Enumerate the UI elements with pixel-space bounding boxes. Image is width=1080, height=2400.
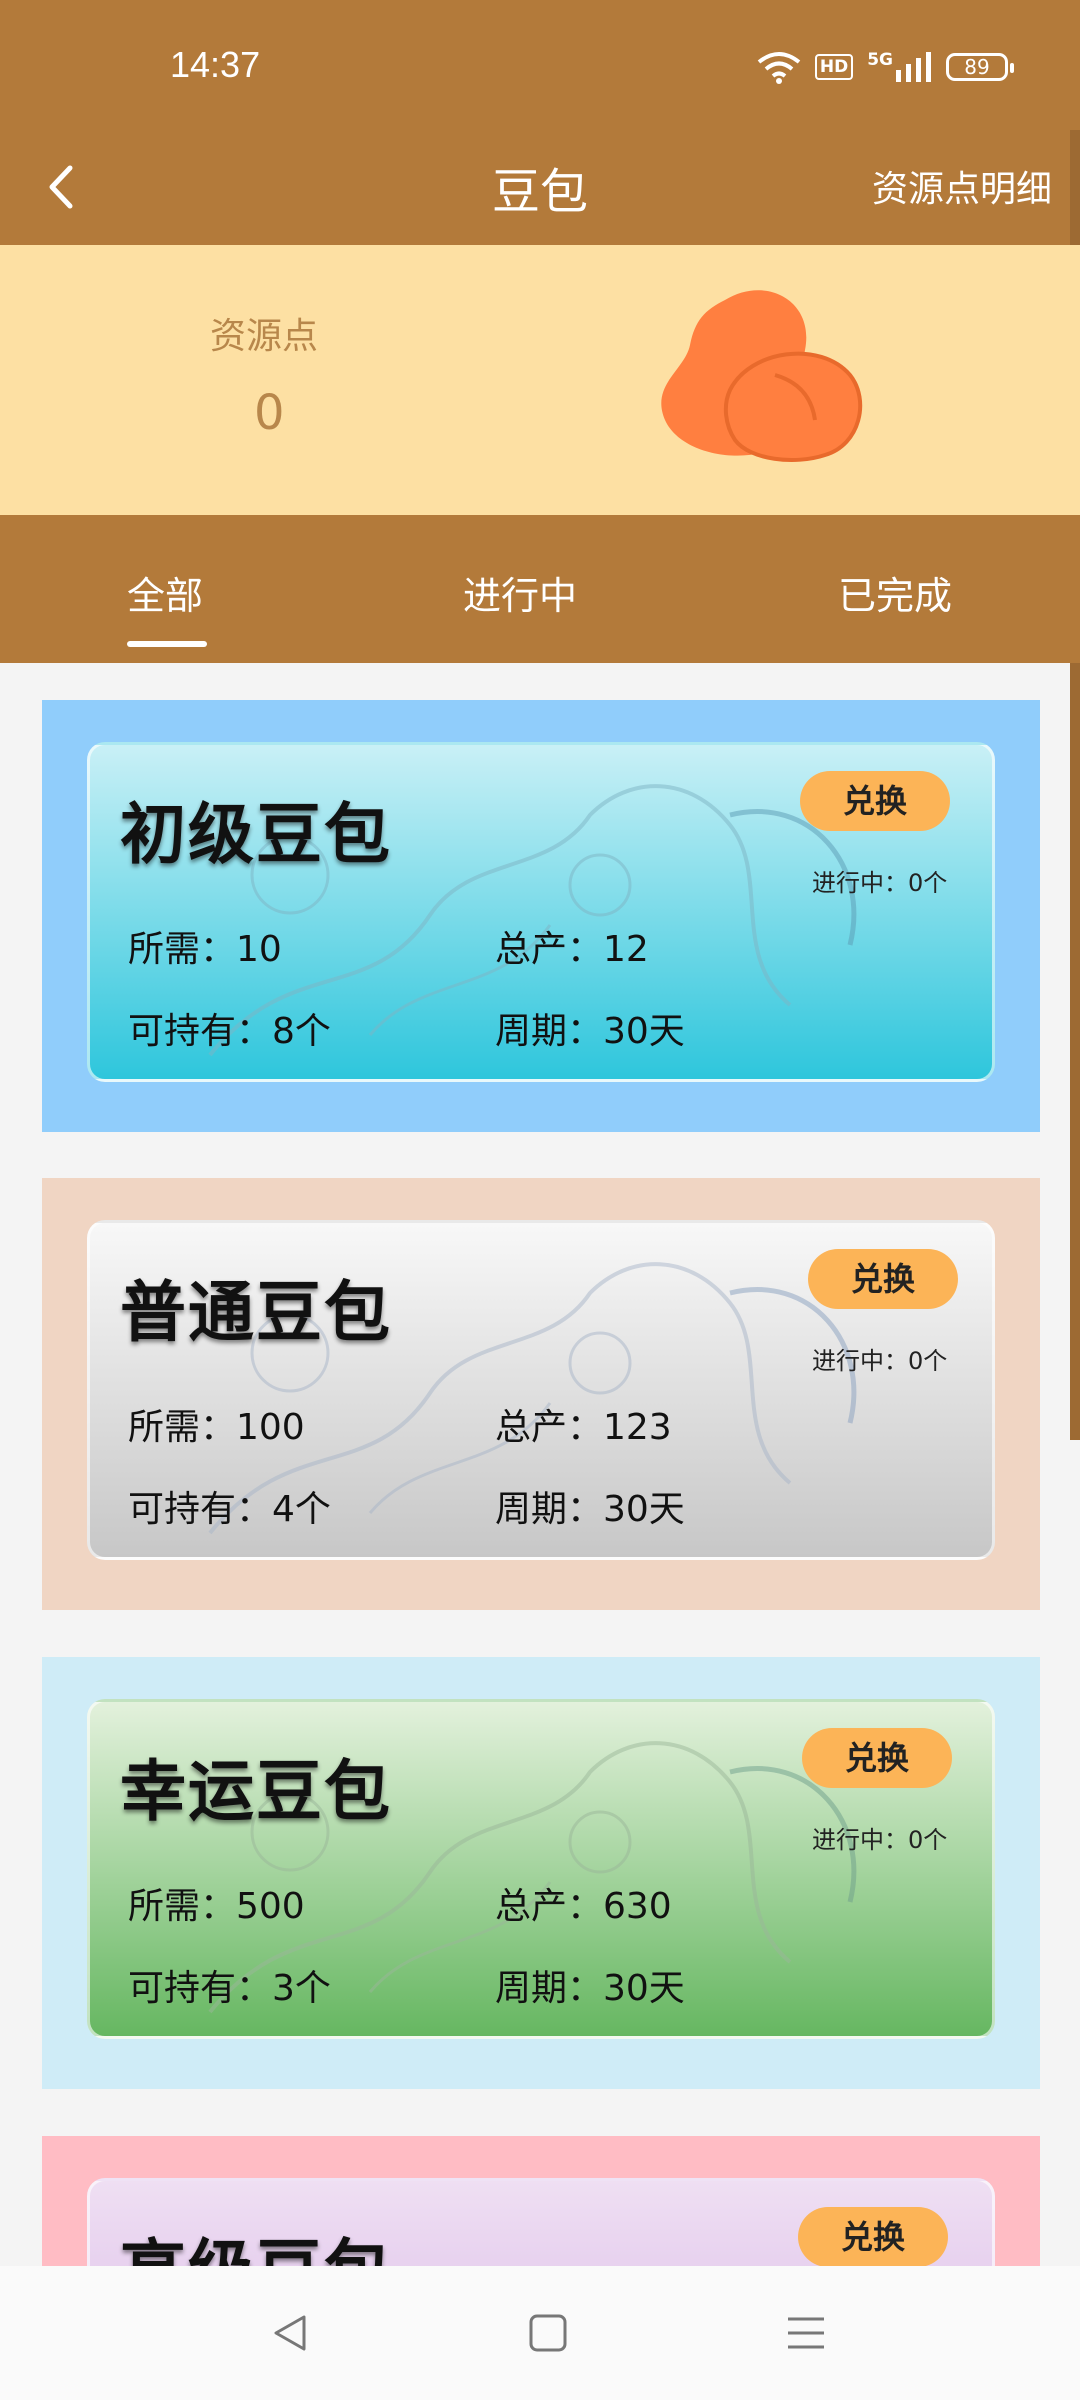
signal-icon <box>896 52 931 82</box>
hd-badge: HD <box>814 54 854 80</box>
network-label: 5G <box>867 52 932 82</box>
in-progress-count: 进行中：0个 <box>812 869 948 897</box>
total-output: 总产：123 <box>495 1407 672 1448</box>
package-card-wrapper: 幸运豆包 兑换 进行中：0个 所需：500 总产：630 可持有：3个 周期：3… <box>42 1657 1040 2089</box>
in-progress-count: 进行中：0个 <box>812 1826 948 1854</box>
package-card-wrapper: 初级豆包 兑换 进行中：0个 所需：10 总产：12 可持有：8个 周期：30天 <box>42 700 1040 1132</box>
menu-lines-icon[interactable] <box>784 2311 828 2355</box>
balance-panel: 资源点 0 <box>0 245 1080 515</box>
period: 周期：30天 <box>495 1011 685 1052</box>
status-time: 14:37 <box>170 44 261 85</box>
exchange-button[interactable]: 兑换 <box>798 2207 948 2267</box>
status-icons: HD 5G 89 <box>757 50 1014 84</box>
tab-completed[interactable]: 已完成 <box>838 565 952 620</box>
package-card-wrapper: 普通豆包 兑换 进行中：0个 所需：100 总产：123 可持有：4个 周期：3… <box>42 1178 1040 1610</box>
package-card: 高级豆包 兑换 <box>87 2178 995 2276</box>
status-bar: 14:37 HD 5G 89 <box>0 0 1080 130</box>
battery-icon: 89 <box>946 53 1014 81</box>
balance-value: 0 <box>254 385 285 441</box>
exchange-button[interactable]: 兑换 <box>808 1249 958 1309</box>
package-card: 普通豆包 兑换 进行中：0个 所需：100 总产：123 可持有：4个 周期：3… <box>87 1220 995 1560</box>
exchange-button[interactable]: 兑换 <box>802 1728 952 1788</box>
tab-all[interactable]: 全部 <box>127 565 203 620</box>
total-output: 总产：630 <box>495 1886 672 1927</box>
period: 周期：30天 <box>495 1489 685 1530</box>
resource-detail-link[interactable]: 资源点明细 <box>872 160 1052 212</box>
card-title: 幸运豆包 <box>120 1753 392 1830</box>
back-triangle-icon[interactable] <box>268 2311 312 2355</box>
required-points: 所需：10 <box>128 929 282 970</box>
in-progress-count: 进行中：0个 <box>812 1347 948 1375</box>
holdable-count: 可持有：4个 <box>128 1489 331 1530</box>
package-card: 初级豆包 兑换 进行中：0个 所需：10 总产：12 可持有：8个 周期：30天 <box>87 742 995 1082</box>
active-tab-indicator <box>127 641 207 647</box>
filter-tabs: 全部 进行中 已完成 <box>0 515 1080 663</box>
package-card: 幸运豆包 兑换 进行中：0个 所需：500 总产：630 可持有：3个 周期：3… <box>87 1699 995 2039</box>
required-points: 所需：500 <box>128 1886 305 1927</box>
holdable-count: 可持有：3个 <box>128 1968 331 2009</box>
wifi-icon <box>757 52 801 84</box>
card-title: 初级豆包 <box>120 796 392 873</box>
home-square-icon[interactable] <box>526 2311 570 2355</box>
system-nav-bar <box>0 2266 1080 2400</box>
header: 豆包 资源点明细 <box>0 130 1080 245</box>
balance-label: 资源点 <box>210 316 319 357</box>
tab-in-progress[interactable]: 进行中 <box>463 565 577 620</box>
package-card-wrapper: 高级豆包 兑换 <box>42 2136 1040 2276</box>
total-output: 总产：12 <box>495 929 649 970</box>
period: 周期：30天 <box>495 1968 685 2009</box>
exchange-button[interactable]: 兑换 <box>800 771 950 831</box>
bean-icon <box>661 290 863 462</box>
holdable-count: 可持有：8个 <box>128 1011 331 1052</box>
card-title: 普通豆包 <box>120 1274 392 1351</box>
required-points: 所需：100 <box>128 1407 305 1448</box>
